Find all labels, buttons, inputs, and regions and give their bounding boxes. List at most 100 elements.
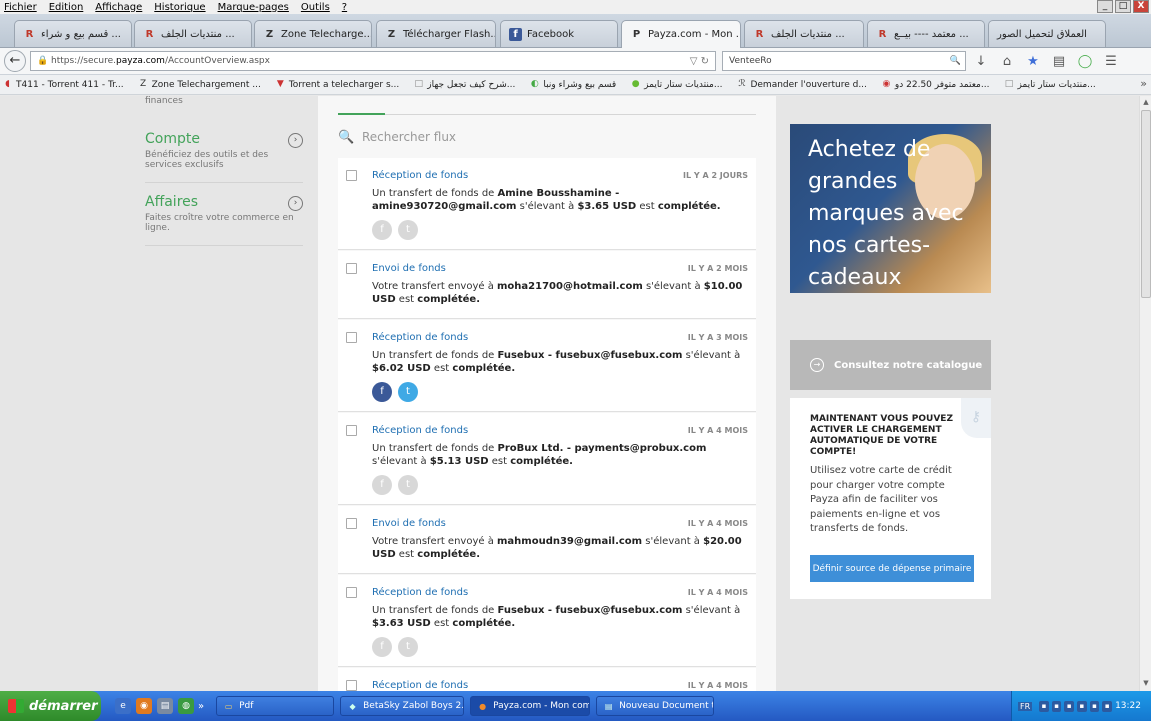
language-indicator[interactable]: FR — [1018, 701, 1033, 711]
feed-item-title[interactable]: Réception de fonds — [372, 587, 468, 598]
taskbar-item-betasky[interactable]: ◆ BetaSky Zabol Boys 2... — [340, 696, 465, 716]
menu-fichier[interactable]: Fichier — [4, 2, 37, 13]
gift-card-ad[interactable]: Achetez de grandes marques avec nos cart… — [790, 124, 991, 293]
tray-security-icon[interactable]: ▪ — [1089, 700, 1100, 712]
bookmark-startimes-2[interactable]: □ منتديات ستار تايمز... — [1003, 79, 1096, 90]
bookmark-zone-telechargement[interactable]: Z Zone Telechargement ... — [138, 79, 261, 90]
tray-volume-icon[interactable]: ▪ — [1077, 700, 1087, 712]
feed-item-title[interactable]: Réception de fonds — [372, 170, 468, 181]
facebook-share-icon[interactable]: f — [372, 475, 392, 495]
site-icon: R — [755, 28, 764, 40]
quicklaunch-ie-icon[interactable]: e — [115, 698, 131, 714]
bookmark-certified[interactable]: ◉ معتمد متوفر 22.50 دو... — [881, 79, 989, 90]
feed-item-title[interactable]: Envoi de fonds — [372, 518, 446, 529]
feed-item-checkbox[interactable] — [346, 680, 357, 691]
tray-network-icon[interactable]: ▪ — [1064, 700, 1075, 712]
tray-app-icon[interactable]: ▪ — [1051, 700, 1062, 712]
minimize-button[interactable]: _ — [1097, 0, 1113, 13]
taskbar-item-pdf[interactable]: ▭ Pdf — [216, 696, 335, 716]
scroll-up-icon[interactable]: ▲ — [1141, 98, 1151, 108]
tab-telecharger-flash[interactable]: Z Télécharger Flash... — [376, 20, 496, 47]
bookmark-icon: ℛ — [738, 79, 746, 89]
bookmark-star-icon[interactable]: ★ — [1022, 54, 1044, 69]
tab-buy-sell[interactable]: R قسم بيع و شراء ... — [14, 20, 132, 47]
address-bar[interactable]: 🔒 https://secure. payza.com/AccountOvervi… — [30, 51, 716, 71]
tab-facebook[interactable]: f Facebook — [500, 20, 618, 47]
feed-item-checkbox[interactable] — [346, 170, 357, 181]
set-primary-source-button[interactable]: Définir source de dépense primaire — [810, 555, 974, 582]
twitter-share-icon[interactable]: t — [398, 637, 418, 657]
download-icon[interactable]: ↓ — [970, 54, 992, 69]
feed-item-title[interactable]: Envoi de fonds — [372, 263, 446, 274]
maximize-button[interactable]: □ — [1115, 0, 1131, 13]
bookmark-icon: ● — [631, 79, 640, 89]
bookmark-sharh[interactable]: □ شرح كيف تجعل جهاز... — [413, 79, 516, 90]
taskbar-item-payza[interactable]: ● Payza.com - Mon com... — [470, 696, 591, 716]
tray-antivirus-icon[interactable]: ▪ — [1102, 700, 1113, 712]
start-button[interactable]: démarrer — [0, 691, 101, 721]
chevron-right-icon[interactable]: › — [288, 133, 303, 148]
feed-item-checkbox[interactable] — [346, 518, 357, 529]
menu-affichage[interactable]: Affichage — [95, 2, 142, 13]
menu-icon[interactable]: ☰ — [1100, 54, 1122, 69]
catalog-button[interactable]: → Consultez notre catalogue — [790, 340, 991, 390]
tab-zone-telechargement[interactable]: Z Zone Telecharge... — [254, 20, 372, 47]
twitter-share-icon[interactable]: t — [398, 220, 418, 240]
menu-edition[interactable]: Edition — [49, 2, 84, 13]
vertical-scrollbar[interactable]: ▲ ▼ — [1139, 96, 1151, 691]
facebook-share-icon[interactable]: f — [372, 220, 392, 240]
bookmark-torrent[interactable]: ▼ Torrent a telecharger s... — [275, 79, 399, 90]
menu-outils[interactable]: Outils — [301, 2, 330, 13]
addon-icon[interactable]: ◯ — [1074, 54, 1096, 69]
sidebar-item-compte[interactable]: Compte Bénéficiez des outils et des serv… — [145, 131, 303, 183]
feed-item-checkbox[interactable] — [346, 263, 357, 274]
search-icon[interactable]: 🔍 — [950, 56, 961, 66]
taskbar-item-notepad[interactable]: ▤ Nouveau Document t... — [596, 696, 715, 716]
bookmark-t411[interactable]: ◖ T411 - Torrent 411 - Tr... — [2, 79, 123, 90]
twitter-share-icon[interactable]: t — [398, 382, 418, 402]
facebook-share-icon[interactable]: f — [372, 637, 392, 657]
tab-payza[interactable]: PPayza.com - Mon ...× — [621, 20, 741, 48]
search-input[interactable]: VenteeRo 🔍 — [722, 51, 966, 71]
feed-search[interactable]: 🔍 Rechercher flux — [338, 124, 756, 150]
quicklaunch-firefox-icon[interactable]: ◉ — [136, 698, 152, 714]
quicklaunch-more-icon[interactable]: » — [198, 701, 204, 712]
menu-historique[interactable]: Historique — [154, 2, 205, 13]
url-domain: payza.com — [116, 56, 165, 66]
tab-djelfa-forum[interactable]: R منتديات الجلف ... — [134, 20, 252, 47]
tab-djelfa-forum-2[interactable]: R منتديات الجلف ... — [744, 20, 864, 47]
active-tab-indicator — [338, 113, 385, 115]
facebook-share-icon[interactable]: f — [372, 382, 392, 402]
feed-item-title[interactable]: Réception de fonds — [372, 680, 468, 691]
home-icon[interactable]: ⌂ — [996, 54, 1018, 69]
sidebar-item-title: Affaires — [145, 194, 199, 210]
tab-certified-sale[interactable]: R معتمد ---- بيــع ... — [867, 20, 985, 47]
feed-item-title[interactable]: Réception de fonds — [372, 425, 468, 436]
close-window-button[interactable]: X — [1133, 0, 1149, 13]
bookmark-demander[interactable]: ℛ Demander l'ouverture d... — [736, 79, 867, 90]
feed-item-date: IL Y A 2 JOURS — [683, 171, 748, 180]
bookmarks-overflow-icon[interactable]: » — [1140, 77, 1147, 90]
feed-item-title[interactable]: Réception de fonds — [372, 332, 468, 343]
chevron-right-icon[interactable]: › — [288, 196, 303, 211]
feed-item-checkbox[interactable] — [346, 587, 357, 598]
feed-tab-underline — [338, 113, 756, 115]
back-button[interactable]: ← — [4, 50, 26, 72]
menu-help[interactable]: ? — [342, 2, 347, 13]
bookmark-buy-sell[interactable]: ◐ قسم بيع وشراء ونبا — [529, 79, 616, 90]
reload-icon[interactable]: ▽ ↻ — [690, 56, 709, 67]
quicklaunch-doc-icon[interactable]: ▤ — [157, 698, 173, 714]
search-icon: 🔍 — [338, 129, 355, 145]
feed-item-checkbox[interactable] — [346, 332, 357, 343]
bookmarks-list-icon[interactable]: ▤ — [1048, 54, 1070, 69]
feed-item-checkbox[interactable] — [346, 425, 357, 436]
bookmark-startimes[interactable]: ● منتديات ستار تايمز... — [630, 79, 723, 90]
quicklaunch-app-icon[interactable]: ◍ — [178, 698, 194, 714]
menu-marque-pages[interactable]: Marque-pages — [218, 2, 289, 13]
scroll-thumb[interactable] — [1141, 110, 1151, 298]
scroll-down-icon[interactable]: ▼ — [1141, 679, 1151, 689]
tab-image-upload[interactable]: العملاق لتحميل الصور — [988, 20, 1106, 47]
sidebar-item-affaires[interactable]: Affaires Faites croître votre commerce e… — [145, 194, 303, 246]
tray-app-icon[interactable]: ▪ — [1039, 700, 1049, 712]
twitter-share-icon[interactable]: t — [398, 475, 418, 495]
